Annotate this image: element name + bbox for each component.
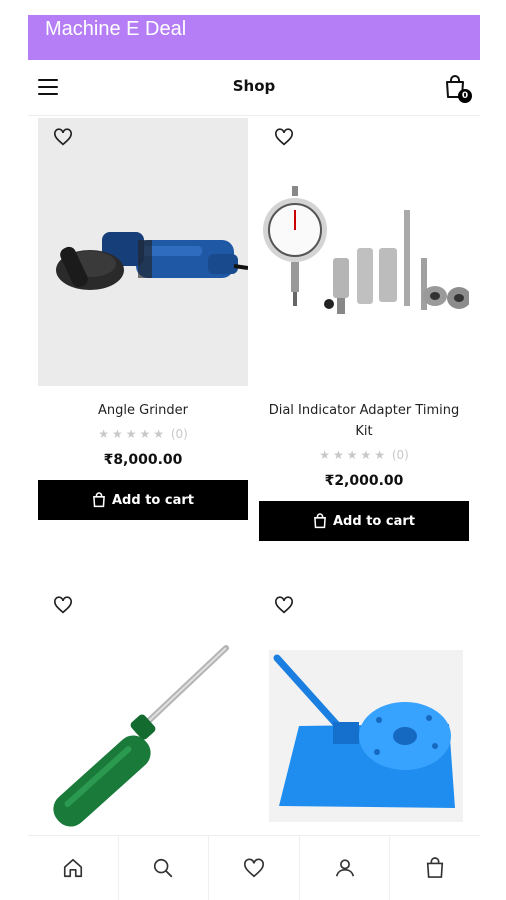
wishlist-heart-icon[interactable] [274, 128, 294, 146]
angle-grinder-image [56, 232, 248, 290]
product-name[interactable]: Dial Indicator Adapter Timing Kit [259, 400, 469, 442]
home-icon [63, 858, 82, 878]
add-to-cart-button[interactable]: Add to cart [259, 501, 469, 541]
product-card [38, 586, 248, 833]
shopping-bag-icon [93, 492, 105, 508]
shopping-bag-icon [314, 513, 326, 529]
wishlist-heart-icon[interactable] [53, 596, 73, 614]
product-image[interactable] [259, 118, 469, 386]
user-icon [335, 859, 354, 877]
nav-wishlist[interactable] [209, 836, 300, 900]
shop-header: Shop 0 [28, 60, 480, 116]
bending-tool-image [269, 650, 463, 822]
nav-account[interactable] [300, 836, 391, 900]
product-card: Angle Grinder ★★★★★ (0) ₹8,000.00 Add to… [38, 118, 248, 520]
product-card: Dial Indicator Adapter Timing Kit ★★★★★ … [259, 118, 469, 541]
product-price: ₹8,000.00 [103, 452, 183, 468]
heart-icon [243, 858, 264, 878]
screwdriver-image [53, 645, 229, 827]
product-grid: Angle Grinder ★★★★★ (0) ₹8,000.00 Add to… [28, 118, 480, 833]
product-price: ₹2,000.00 [324, 473, 404, 489]
product-name[interactable]: Angle Grinder [38, 400, 248, 421]
add-to-cart-button[interactable]: Add to cart [38, 480, 248, 520]
product-card [259, 586, 469, 833]
rating-count: (0) [391, 448, 409, 462]
nav-home[interactable] [28, 836, 119, 900]
product-image[interactable] [259, 586, 469, 833]
star-rating-icon: ★★★★★ [319, 448, 388, 462]
cart-button[interactable]: 0 [442, 73, 472, 103]
app-title-bar: Machine E Deal [28, 15, 480, 60]
product-image[interactable] [38, 118, 248, 386]
bottom-navigation [28, 835, 480, 900]
rating-count: (0) [170, 427, 188, 441]
add-to-cart-label: Add to cart [112, 492, 194, 508]
product-image[interactable] [38, 586, 248, 833]
dial-indicator-kit-image [263, 186, 469, 314]
rating: ★★★★★ (0) [259, 448, 469, 462]
add-to-cart-label: Add to cart [333, 513, 415, 529]
rating: ★★★★★ (0) [38, 427, 248, 441]
nav-search[interactable] [119, 836, 210, 900]
wishlist-heart-icon[interactable] [274, 596, 294, 614]
app-title: Machine E Deal [45, 18, 187, 40]
star-rating-icon: ★★★★★ [98, 427, 167, 441]
page-title: Shop [232, 77, 276, 95]
wishlist-heart-icon[interactable] [53, 128, 73, 146]
nav-cart[interactable] [390, 836, 480, 900]
search-icon [154, 858, 173, 878]
shopping-bag-icon [427, 857, 444, 878]
cart-count-badge: 0 [458, 89, 472, 103]
